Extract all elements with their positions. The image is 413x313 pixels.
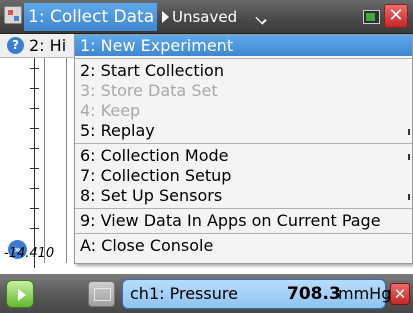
y-axis-tick	[30, 228, 39, 229]
menu-item-set-up-sensors[interactable]: 8: Set Up Sensors	[75, 186, 412, 206]
collect-data-dropdown: 1: New Experiment 2: Start Collection 3:…	[74, 34, 413, 264]
menu-item-view-data-in-apps[interactable]: 9: View Data In Apps on Current Page	[75, 211, 412, 231]
grid-line	[44, 58, 45, 263]
document-title[interactable]: Unsaved	[172, 7, 237, 27]
y-axis-tick	[30, 148, 39, 149]
meter-view-icon[interactable]	[88, 281, 115, 307]
remove-sensor-icon[interactable]: ✕	[390, 283, 410, 305]
menu-item-label: 6: Collection Mode	[80, 146, 229, 165]
y-axis-tick	[30, 108, 39, 109]
start-collection-icon[interactable]	[6, 280, 34, 308]
y-axis-tick	[30, 128, 39, 129]
collect-data-menu[interactable]: 1: Collect Data	[24, 3, 157, 31]
x-axis-min-label: -14.410	[4, 246, 55, 261]
grid-line	[66, 58, 67, 263]
menu-separator	[75, 58, 412, 59]
menu-item-start-collection[interactable]: 2: Start Collection	[75, 61, 412, 81]
menu-item-label: 5: Replay	[80, 121, 155, 140]
menu-item-close-console[interactable]: A: Close Console	[75, 236, 412, 256]
y-axis-tick	[30, 188, 39, 189]
menu-item-new-experiment[interactable]: 1: New Experiment	[75, 35, 412, 56]
y-axis	[34, 58, 35, 268]
menu-separator	[75, 233, 412, 234]
menu-separator	[75, 208, 412, 209]
app-icon[interactable]	[4, 6, 22, 24]
chevron-down-icon[interactable]	[255, 13, 267, 25]
sensor-label: ch1: Pressure	[130, 284, 238, 303]
submenu-arrow-icon	[162, 11, 169, 23]
y-axis-tick	[30, 68, 39, 69]
close-icon[interactable]: ✕	[384, 4, 408, 28]
menu-separator	[75, 143, 412, 144]
menu-item-collection-mode[interactable]: 6: Collection Mode	[75, 146, 412, 166]
menu-item-store-data-set: 3: Store Data Set	[80, 81, 218, 100]
y-axis-tick	[30, 168, 39, 169]
submenu-arrow-icon	[408, 194, 410, 200]
menu-item-label: 8: Set Up Sensors	[80, 186, 223, 205]
help-icon[interactable]: ?	[7, 37, 24, 54]
submenu-arrow-icon	[408, 154, 410, 160]
y-axis-tick	[30, 208, 39, 209]
menu-item-collection-setup[interactable]: 7: Collection Setup	[75, 166, 412, 186]
submenu-arrow-icon	[408, 129, 410, 135]
tab-label[interactable]: 2: Hi	[29, 36, 66, 55]
sensor-meter-panel[interactable]: ch1: Pressure 708.3 mmHg	[122, 279, 391, 309]
sensor-value: 708.3	[287, 284, 341, 304]
menu-item-replay[interactable]: 5: Replay	[75, 121, 412, 141]
menu-item-keep: 4: Keep	[80, 101, 141, 120]
data-console-bar: ch1: Pressure 708.3 mmHg ✕	[0, 274, 413, 313]
battery-icon	[363, 10, 380, 24]
y-axis-tick	[30, 88, 39, 89]
sensor-unit: mmHg	[338, 284, 392, 303]
title-bar: 1: Collect Data Unsaved ✕	[0, 0, 413, 34]
